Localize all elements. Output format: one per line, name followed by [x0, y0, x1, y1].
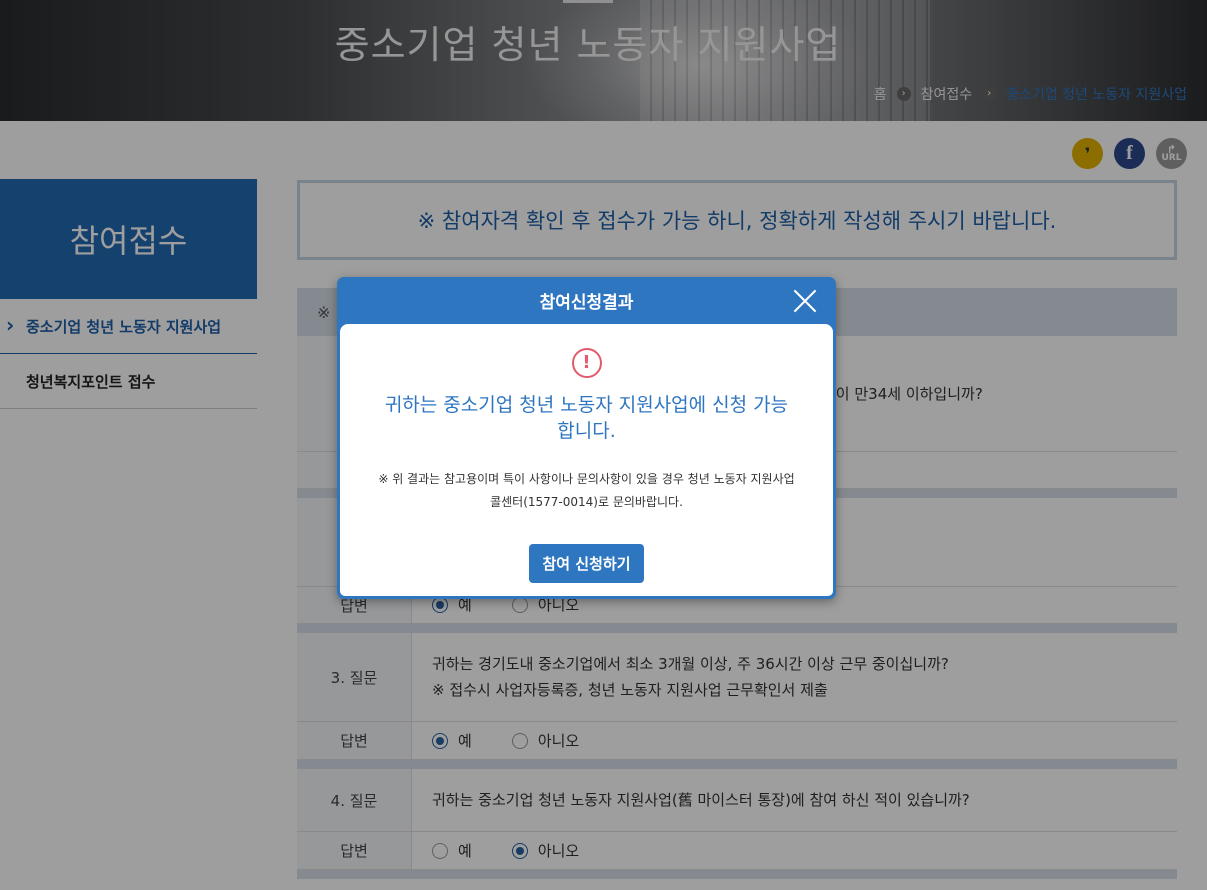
modal-title: 참여신청결과: [539, 293, 634, 313]
modal-body: ! 귀하는 중소기업 청년 노동자 지원사업에 신청 가능합니다. ※ 위 결과…: [340, 324, 833, 596]
result-modal: 참여신청결과 ! 귀하는 중소기업 청년 노동자 지원사업에 신청 가능합니다.…: [337, 277, 836, 599]
apply-button[interactable]: 참여 신청하기: [529, 544, 644, 583]
exclamation-icon: !: [571, 348, 602, 378]
result-note: ※ 위 결과는 참고용이며 특이 사항이나 문의사항이 있을 경우 청년 노동자…: [378, 472, 795, 509]
close-icon[interactable]: [792, 288, 818, 314]
result-message: 귀하는 중소기업 청년 노동자 지원사업에 신청 가능합니다.: [384, 394, 789, 442]
